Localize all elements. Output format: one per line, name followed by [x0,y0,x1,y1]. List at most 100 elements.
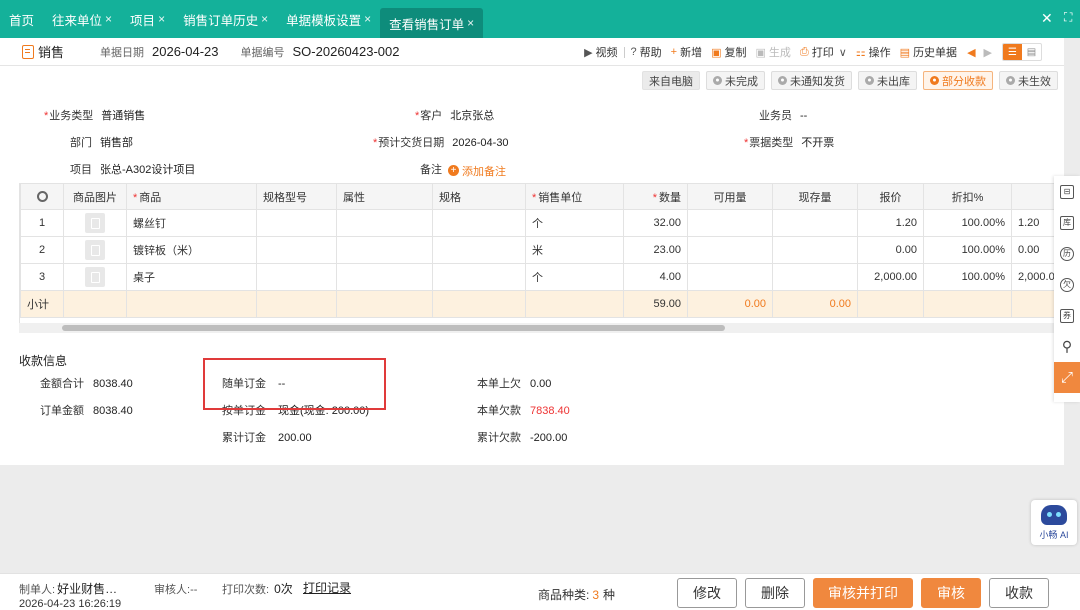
cell [256,290,337,318]
tab-partners[interactable]: 往来单位 × [43,0,121,38]
product-name[interactable]: 桌子 [126,263,257,291]
product-thumbnail[interactable] [63,263,127,291]
tab-sales-order-history[interactable]: 销售订单历史 × [174,0,277,38]
collect-payment-button[interactable]: 收款 [989,578,1049,608]
status-source: 来自电脑 [642,71,700,90]
product-kinds-unit: 种 [603,588,616,602]
sales-unit: 个 [525,263,624,291]
print-record-link[interactable]: 打印记录 [303,579,351,596]
table-row[interactable]: 3 桌子 个 4.00 2,000.00 100.00% 2,000.00 [20,263,1064,291]
edit-button[interactable]: 修改 [677,578,737,608]
table-row[interactable]: 2 镀锌板（米） 米 23.00 0.00 100.00% 0.00 [20,236,1064,264]
status-incomplete[interactable]: ● 未完成 [706,71,765,90]
tab-close-icon[interactable]: × [364,12,371,26]
tab-bar: 首页 往来单位 × 项目 × 销售订单历史 × 单据模板设置 × 查看销售订单 × ✕ ⛶ [0,0,1080,38]
subtotal-stock: 0.00 [772,290,858,318]
field-value[interactable]: -- [800,110,807,122]
dock-history[interactable]: 历 [1054,238,1080,269]
robot-icon [1041,504,1067,525]
add-button[interactable]: + 新增 [671,44,702,60]
product-name[interactable]: 镀锌板（米） [126,236,257,264]
auditor: 审核人:-- [154,581,197,597]
document-settings-icon: ⊟ [1060,184,1074,199]
status-not-effective[interactable]: ● 未生效 [999,71,1058,90]
delete-button[interactable]: 删除 [745,578,805,608]
maker-value: 好业财售… [57,582,118,596]
plus-circle-icon: + [448,165,459,176]
copy-icon: ▣ [711,46,722,59]
video-button[interactable]: ▶ 视频 [584,44,617,60]
current-owed: 本单欠款 7838.40 [477,402,570,418]
subtotal-quantity: 59.00 [623,290,688,318]
product-thumbnail[interactable] [63,209,127,237]
cell [857,290,924,318]
dock-inventory[interactable]: 库 [1054,207,1080,238]
list-view-icon[interactable]: ☰ [1003,44,1022,60]
field-value[interactable]: 2026-04-30 [452,137,508,149]
next-arrow-icon[interactable]: ▶ [984,46,992,59]
product-name[interactable]: 螺丝钉 [126,209,257,237]
field-value[interactable]: 销售部 [100,137,133,149]
expand-icon[interactable]: ⛶ [1064,10,1072,25]
field-value[interactable]: 北京张总 [450,110,494,122]
doc-type-label: 销售 [38,45,65,60]
table-row[interactable]: 1 螺丝钉 个 32.00 1.20 100.00% 1.20 [20,209,1064,237]
scrollbar-thumb[interactable] [62,325,725,331]
field-value[interactable]: 不开票 [801,137,834,149]
plus-icon: + [670,46,678,58]
audit-and-print-button[interactable]: 审核并打印 [813,578,913,608]
field-label: 客户 [420,110,443,122]
required-mark: * [415,110,420,122]
tab-label: 首页 [9,13,35,28]
operate-button[interactable]: ⚏ 操作 [856,44,891,60]
field-value[interactable]: 张总-A302设计项目 [100,164,195,176]
tab-home[interactable]: 首页 [0,0,43,38]
cell [687,209,773,237]
status-not-notified[interactable]: ● 未通知发货 [771,71,852,90]
dock-expand[interactable]: ⤢ [1054,362,1080,393]
tab-view-sales-order[interactable]: 查看销售订单 × [380,8,484,38]
column-header: 折扣% [923,183,1012,210]
history-icon: 历 [1060,246,1074,261]
history-label: 历史单据 [913,47,958,59]
prev-arrow-icon[interactable]: ◀ [967,46,975,59]
tab-projects[interactable]: 项目 × [121,0,174,38]
tab-template-settings[interactable]: 单据模板设置 × [277,0,380,38]
order-amount: 订单金额 8038.40 [40,402,133,418]
column-settings[interactable] [20,183,64,210]
copy-button[interactable]: ▣ 复制 [711,44,746,60]
cell [923,290,1012,318]
status-not-shipped[interactable]: ● 未出库 [858,71,917,90]
dock-attachment[interactable]: ⚲ [1054,331,1080,362]
card-view-icon[interactable]: ▤ [1022,44,1041,60]
field-value[interactable]: 普通销售 [101,110,145,122]
dock-owed[interactable]: 欠 [1054,269,1080,300]
status-partial-payment[interactable]: ● 部分收款 [923,71,993,90]
required-mark: * [652,191,657,204]
auditor-label: 审核人: [154,584,191,596]
help-button[interactable]: ? 帮助 [631,44,662,60]
tab-close-icon[interactable]: × [105,12,112,26]
salesperson-field: 业务员 -- [759,107,807,123]
print-count-label: 打印次数: [222,584,270,596]
tab-close-icon[interactable]: × [158,12,165,26]
tab-close-icon[interactable]: × [261,12,268,26]
print-button[interactable]: ⎙ 打印 ∨ [800,44,847,60]
expand-icon: ⤢ [1060,369,1073,386]
chevron-down-icon[interactable]: ∨ [839,46,847,59]
generate-button[interactable]: ▣ 生成 [756,44,791,60]
note-field: 备注 + 添加备注 [420,161,506,179]
history-button[interactable]: ▤ 历史单据 [900,44,957,60]
row-index: 1 [20,209,64,237]
generate-label: 生成 [768,47,791,59]
add-note-button[interactable]: + 添加备注 [448,163,506,179]
audit-button[interactable]: 审核 [921,578,981,608]
ai-assistant-button[interactable]: 小畅 AI [1031,500,1077,545]
dock-document[interactable]: ⊟ [1054,176,1080,207]
dock-coupon[interactable]: 券 [1054,300,1080,331]
horizontal-scrollbar[interactable] [19,323,1064,333]
close-window-icon[interactable]: ✕ [1041,10,1053,27]
product-thumbnail[interactable] [63,236,127,264]
tab-close-icon[interactable]: × [467,16,474,30]
product-kinds-label: 商品种类: [538,588,590,602]
